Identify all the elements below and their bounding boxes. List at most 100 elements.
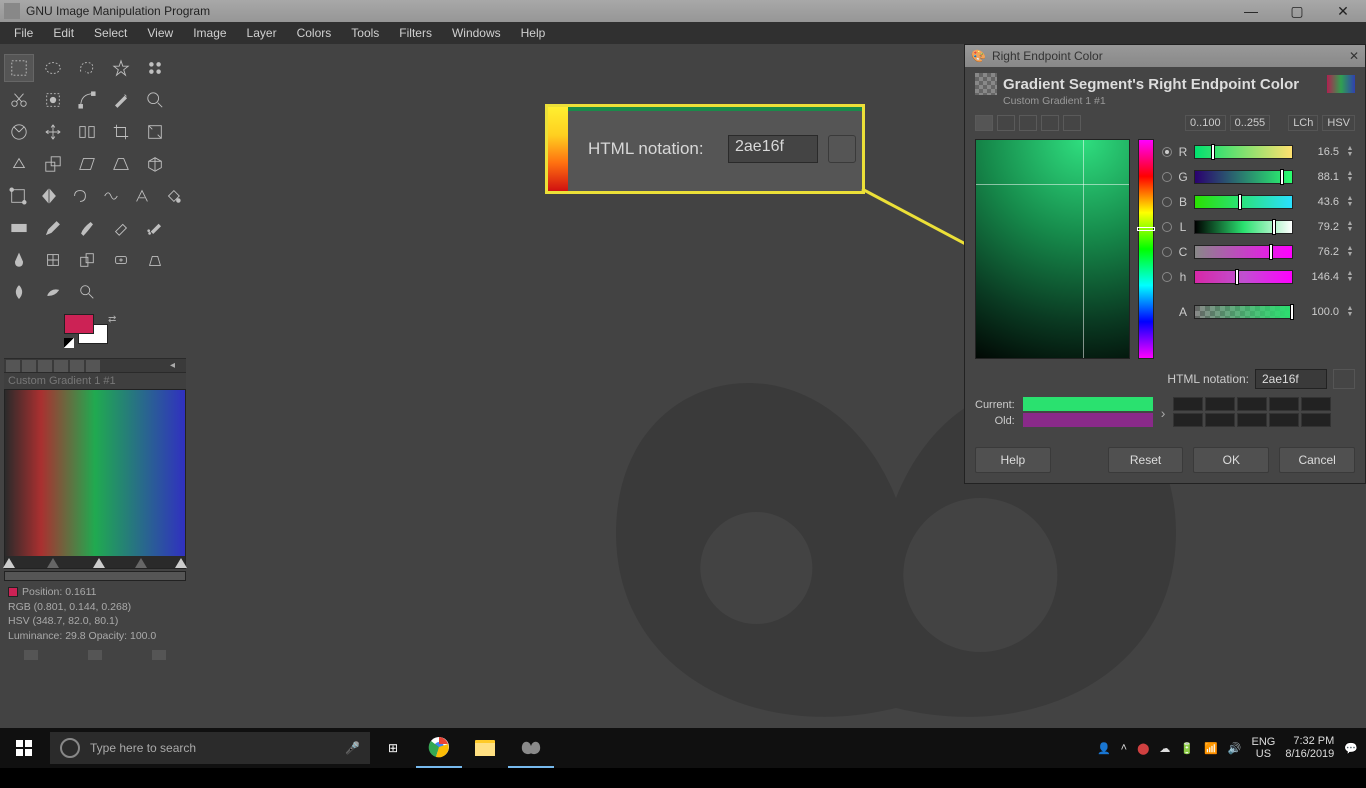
tool-crop[interactable]	[106, 118, 136, 146]
tool-move[interactable]	[38, 118, 68, 146]
history-swatch[interactable]	[1173, 413, 1203, 427]
spinner[interactable]: ▲▼	[1345, 221, 1355, 233]
taskbar-explorer-icon[interactable]	[462, 728, 508, 768]
radio-c[interactable]	[1162, 247, 1172, 257]
hue-bar[interactable]	[1138, 139, 1154, 359]
picker-tab-cmyk[interactable]	[997, 115, 1015, 131]
spinner[interactable]: ▲▼	[1345, 171, 1355, 183]
old-color-swatch[interactable]	[1023, 413, 1153, 427]
tool-measure[interactable]	[4, 118, 34, 146]
slider-h[interactable]	[1194, 270, 1293, 284]
taskbar-chrome-icon[interactable]	[416, 728, 462, 768]
tool-color-picker[interactable]	[106, 86, 136, 114]
tool-free-select[interactable]	[72, 54, 102, 82]
menu-image[interactable]: Image	[185, 24, 234, 42]
menu-layer[interactable]: Layer	[239, 24, 285, 42]
tool-3d-transform[interactable]	[140, 150, 170, 178]
tool-paintbrush[interactable]	[72, 214, 102, 242]
mode-lch[interactable]: LCh	[1288, 115, 1318, 131]
mode-hsv[interactable]: HSV	[1322, 115, 1355, 131]
menu-colors[interactable]: Colors	[289, 24, 340, 42]
history-swatch[interactable]	[1237, 397, 1267, 411]
tool-blur[interactable]	[4, 278, 34, 306]
dock-tab[interactable]	[38, 360, 52, 372]
task-view-icon[interactable]: ⊞	[370, 728, 416, 768]
radio-b[interactable]	[1162, 197, 1172, 207]
tool-rect-select[interactable]	[4, 54, 34, 82]
picker-tab-wheel[interactable]	[1041, 115, 1059, 131]
maximize-button[interactable]: ▢	[1274, 0, 1320, 22]
tool-cage[interactable]	[66, 182, 93, 210]
swap-colors-icon[interactable]: ⇄	[108, 314, 116, 325]
html-notation-input[interactable]	[1255, 369, 1327, 389]
start-button[interactable]	[0, 728, 48, 768]
menu-select[interactable]: Select	[86, 24, 135, 42]
tray-lang1[interactable]: ENG	[1252, 736, 1276, 748]
tray-notifications-icon[interactable]: 💬	[1344, 742, 1358, 755]
tool-handle-transform[interactable]	[4, 182, 31, 210]
tool-align[interactable]	[72, 118, 102, 146]
slider-l[interactable]	[1194, 220, 1293, 234]
spinner[interactable]: ▲▼	[1345, 271, 1355, 283]
dock-tab[interactable]	[22, 360, 36, 372]
search-box[interactable]: Type here to search 🎤	[50, 732, 370, 764]
dock-tab[interactable]	[54, 360, 68, 372]
dock-menu-icon[interactable]: ◂	[170, 360, 184, 372]
menu-view[interactable]: View	[139, 24, 181, 42]
reset-button[interactable]: Reset	[1108, 447, 1184, 473]
history-swatch[interactable]	[1269, 397, 1299, 411]
tray-security-icon[interactable]: ⬤	[1137, 742, 1149, 755]
tray-clock[interactable]: 7:32 PM 8/16/2019	[1285, 735, 1334, 761]
history-swatch[interactable]	[1173, 397, 1203, 411]
ok-button[interactable]: OK	[1193, 447, 1269, 473]
radio-h[interactable]	[1162, 272, 1172, 282]
picker-tab-water[interactable]	[1019, 115, 1037, 131]
menu-tools[interactable]: Tools	[343, 24, 387, 42]
tool-scale[interactable]	[38, 150, 68, 178]
dialog-titlebar[interactable]: 🎨 Right Endpoint Color ✕	[965, 45, 1365, 67]
dock-tab[interactable]	[70, 360, 84, 372]
slider-r[interactable]	[1194, 145, 1293, 159]
fg-color[interactable]	[64, 314, 94, 334]
tool-scissors[interactable]	[4, 86, 34, 114]
menu-windows[interactable]: Windows	[444, 24, 509, 42]
tool-fuzzy-select[interactable]	[106, 54, 136, 82]
menu-file[interactable]: File	[6, 24, 41, 42]
minimize-button[interactable]: —	[1228, 0, 1274, 22]
history-swatch[interactable]	[1205, 413, 1235, 427]
tool-smudge[interactable]	[38, 278, 68, 306]
tool-foreground-select[interactable]	[38, 86, 68, 114]
spinner[interactable]: ▲▼	[1345, 306, 1355, 318]
dock-btn[interactable]	[24, 650, 38, 660]
slider-g[interactable]	[1194, 170, 1293, 184]
dock-btn[interactable]	[88, 650, 102, 660]
history-swatch[interactable]	[1269, 413, 1299, 427]
tray-onedrive-icon[interactable]: ☁	[1159, 742, 1170, 755]
tool-shear[interactable]	[72, 150, 102, 178]
menu-filters[interactable]: Filters	[391, 24, 440, 42]
tool-rotate[interactable]	[4, 150, 34, 178]
tool-dodge[interactable]	[72, 278, 102, 306]
tray-battery-icon[interactable]: 🔋	[1180, 742, 1194, 755]
reset-colors-icon[interactable]	[64, 338, 74, 348]
history-swatch[interactable]	[1301, 397, 1331, 411]
dock-tab[interactable]	[6, 360, 20, 372]
menu-help[interactable]: Help	[513, 24, 554, 42]
tray-lang2[interactable]: US	[1252, 748, 1276, 760]
menu-edit[interactable]: Edit	[45, 24, 82, 42]
spinner[interactable]: ▲▼	[1345, 246, 1355, 258]
tray-people-icon[interactable]: 👤	[1097, 742, 1111, 755]
range-0-100[interactable]: 0..100	[1185, 115, 1226, 131]
tool-perspective-clone[interactable]	[140, 246, 170, 274]
color-field[interactable]	[975, 139, 1130, 359]
gradient-scrollbar[interactable]	[4, 571, 186, 581]
tool-bucket-fill[interactable]	[159, 182, 186, 210]
tool-text[interactable]	[128, 182, 155, 210]
spinner[interactable]: ▲▼	[1345, 146, 1355, 158]
radio-r[interactable]	[1162, 147, 1172, 157]
tray-wifi-icon[interactable]: 📶	[1204, 742, 1218, 755]
mic-icon[interactable]: 🎤	[345, 741, 360, 755]
range-0-255[interactable]: 0..255	[1230, 115, 1271, 131]
picker-tab-gimp[interactable]	[975, 115, 993, 131]
tool-airbrush[interactable]	[140, 214, 170, 242]
